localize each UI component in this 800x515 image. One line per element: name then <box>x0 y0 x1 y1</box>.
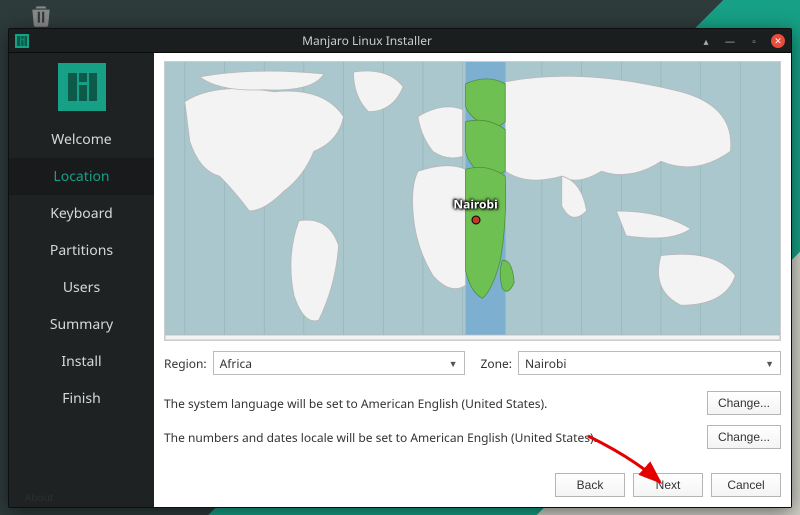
language-text: The system language will be set to Ameri… <box>164 395 547 412</box>
footer-buttons: Back Next Cancel <box>164 463 781 497</box>
zone-group: Zone: Nairobi ▼ <box>481 351 782 375</box>
next-button[interactable]: Next <box>633 473 703 497</box>
nav-summary[interactable]: Summary <box>9 306 154 343</box>
nav-users[interactable]: Users <box>9 269 154 306</box>
rollup-button[interactable]: ▴ <box>699 34 713 48</box>
nav-label: Keyboard <box>50 204 112 223</box>
change-numbers-button[interactable]: Change... <box>707 425 781 449</box>
cancel-button[interactable]: Cancel <box>711 473 781 497</box>
installer-window: Manjaro Linux Installer ▴ — ▫ ✕ <box>8 28 792 508</box>
nav-partitions[interactable]: Partitions <box>9 232 154 269</box>
chevron-down-icon: ▼ <box>449 357 458 370</box>
nav-location[interactable]: Location <box>9 158 154 195</box>
change-language-button[interactable]: Change... <box>707 391 781 415</box>
chevron-down-icon: ▼ <box>765 357 774 370</box>
minimize-button[interactable]: — <box>723 34 737 48</box>
window-title: Manjaro Linux Installer <box>35 32 699 49</box>
zone-label: Zone: <box>481 355 513 372</box>
logo-box <box>9 53 154 121</box>
sidebar: Welcome Location Keyboard Partitions Use… <box>9 53 154 507</box>
zone-value: Nairobi <box>525 355 566 372</box>
map-pin-dot <box>471 216 480 225</box>
trash-icon[interactable] <box>28 2 54 24</box>
window-body: Welcome Location Keyboard Partitions Use… <box>9 53 791 507</box>
manjaro-logo <box>58 63 106 111</box>
window-controls: ▴ — ▫ ✕ <box>699 34 785 48</box>
region-combobox[interactable]: Africa ▼ <box>213 351 465 375</box>
locale-info: The system language will be set to Ameri… <box>164 391 781 449</box>
main-panel: Nairobi Region: Africa ▼ Zone: Nairobi ▼ <box>154 53 791 507</box>
titlebar: Manjaro Linux Installer ▴ — ▫ ✕ <box>9 29 791 53</box>
timezone-map[interactable]: Nairobi <box>164 61 781 341</box>
numbers-row: The numbers and dates locale will be set… <box>164 425 781 449</box>
language-row: The system language will be set to Ameri… <box>164 391 781 415</box>
nav-label: Install <box>61 352 101 371</box>
nav-keyboard[interactable]: Keyboard <box>9 195 154 232</box>
app-icon <box>15 34 29 48</box>
zone-combobox[interactable]: Nairobi ▼ <box>518 351 781 375</box>
nav-welcome[interactable]: Welcome <box>9 121 154 158</box>
close-button[interactable]: ✕ <box>771 34 785 48</box>
region-value: Africa <box>220 355 252 372</box>
nav-label: Welcome <box>51 130 111 149</box>
nav-label: Users <box>63 278 100 297</box>
nav-label: Partitions <box>50 241 113 260</box>
nav-label: Summary <box>50 315 113 334</box>
back-button[interactable]: Back <box>555 473 625 497</box>
about-link[interactable]: About <box>25 490 53 504</box>
nav-finish[interactable]: Finish <box>9 380 154 417</box>
nav-label: Location <box>53 167 109 186</box>
nav-install[interactable]: Install <box>9 343 154 380</box>
region-label: Region: <box>164 355 207 372</box>
maximize-button[interactable]: ▫ <box>747 34 761 48</box>
region-group: Region: Africa ▼ <box>164 351 465 375</box>
nav-label: Finish <box>62 389 101 408</box>
location-selectors: Region: Africa ▼ Zone: Nairobi ▼ <box>164 351 781 375</box>
numbers-text: The numbers and dates locale will be set… <box>164 429 597 446</box>
